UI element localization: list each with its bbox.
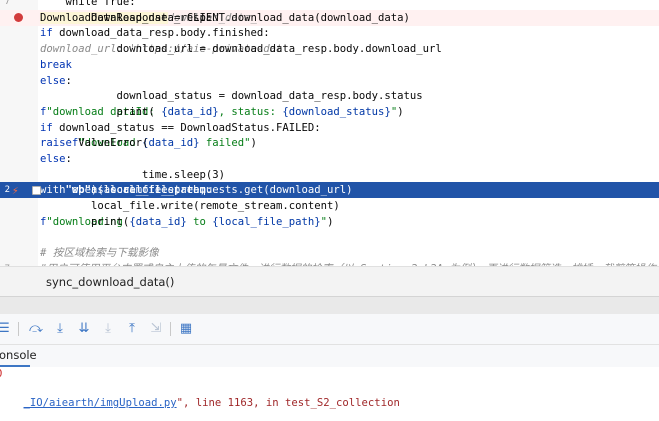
code-token: : <box>65 153 72 165</box>
line-number: 7 <box>4 0 10 7</box>
code-text[interactable]: raise ValueError(f"download {data_id} fa… <box>40 135 257 151</box>
code-text[interactable]: break <box>40 57 72 73</box>
code-token: {data_id} <box>161 105 219 118</box>
code-token: time.sleep(3) <box>40 168 225 181</box>
run-to-cursor-icon[interactable]: ⇲ <box>148 321 164 337</box>
code-token: ) <box>327 215 334 228</box>
code-token: download_url = download_data_resp.body.d… <box>40 43 455 56</box>
code-token: {data_id} <box>129 215 187 228</box>
code-text[interactable]: download_url = download_data_resp.body.d… <box>40 41 442 57</box>
code-line[interactable]: download_url = download_data_resp.body.d… <box>0 41 659 57</box>
code-token: remote_stream: <box>116 184 213 197</box>
code-token: , status: <box>218 105 283 118</box>
code-text[interactable]: download_data_resp: DownloadDataResponse… <box>40 10 410 26</box>
code-token: : <box>65 74 72 87</box>
code-token: ) <box>250 137 257 150</box>
code-token: local_file.write(remote_stream.content) <box>40 200 340 213</box>
code-line[interactable]: with open(local_file_path, "wb") as loca… <box>0 182 659 199</box>
code-token: ValueError( <box>71 137 149 150</box>
code-token: print( <box>40 215 130 228</box>
console-output[interactable]: 0 _IO/aiearth/imgUpload.py", line 1163, … <box>0 367 659 409</box>
console-line: _IO/aiearth/imgUpload.py", line 1163, in… <box>0 385 400 421</box>
code-line[interactable]: download_data_resp: DownloadDataResponse… <box>0 9 659 26</box>
step-into-my-code-icon[interactable]: ⇊ <box>76 321 92 337</box>
code-text[interactable]: with open(local_file_path, "wb") as loca… <box>40 182 353 198</box>
fold-icon[interactable] <box>32 186 41 196</box>
code-line[interactable]: download_status = download_data_resp.bod… <box>0 88 659 104</box>
evaluate-expression-icon[interactable]: ▦ <box>178 321 194 337</box>
line-number: 2 <box>4 185 10 196</box>
breadcrumb-function[interactable]: sync_download_data() <box>46 275 174 289</box>
code-line[interactable]: raise ValueError(f"download {data_id} fa… <box>0 135 659 151</box>
code-token: {local_file_path} <box>212 215 321 228</box>
code-token: print( <box>40 105 155 118</box>
console-tab-label[interactable]: onsole <box>0 348 37 362</box>
code-line[interactable] <box>0 230 659 246</box>
code-token: {download_status} <box>282 105 391 118</box>
code-token: download_data_resp.body.finished: <box>52 27 270 40</box>
force-step-into-icon[interactable]: ⤓ <box>100 321 116 337</box>
toolbar-separator <box>170 322 171 336</box>
code-line[interactable]: local_file.write(remote_stream.content) <box>0 198 659 214</box>
breadcrumb[interactable]: sync_download_data() <box>0 266 659 297</box>
code-token: failed" <box>199 137 251 150</box>
code-token: ) <box>397 105 404 118</box>
panel-divider[interactable] <box>0 296 659 315</box>
code-line[interactable]: else: <box>0 151 659 167</box>
code-editor[interactable]: while True: 7 download_data_resp: Downloa… <box>0 0 659 266</box>
breakpoint-icon[interactable] <box>14 12 23 22</box>
code-line[interactable]: print(f"downloading {data_id} to {local_… <box>0 214 659 230</box>
step-into-icon[interactable]: ⤓ <box>52 321 68 337</box>
code-text[interactable]: if download_status == DownloadStatus.FAI… <box>40 120 321 136</box>
code-text[interactable]: print(f"downloading {data_id} to {local_… <box>40 214 333 230</box>
execution-point-icon[interactable]: ⚡ <box>12 183 19 199</box>
code-line[interactable]: while True: 7 <box>0 0 659 10</box>
code-text[interactable]: # 按区域检索与下载影像 <box>40 245 159 261</box>
step-out-icon[interactable]: ⤒ <box>124 321 140 337</box>
code-text[interactable]: if download_data_resp.body.finished: <box>40 25 270 41</box>
step-over-icon[interactable]: ⤼ <box>28 321 44 337</box>
code-token: = CLIENT.download_data(download_data) <box>167 11 423 24</box>
code-text[interactable]: print(f"download dataId: {data_id}, stat… <box>40 104 404 120</box>
code-line[interactable]: break <box>0 57 659 73</box>
code-line[interactable]: else: <box>0 73 659 89</box>
toolbar-separator <box>18 322 19 336</box>
code-text[interactable]: else: <box>40 151 72 167</box>
console-line: 0 <box>0 368 2 380</box>
code-text[interactable]: else: <box>40 73 72 89</box>
code-token: {data_id} <box>142 137 200 150</box>
code-line[interactable]: time.sleep(3) <box>0 167 659 183</box>
code-token: download_status = download_data_resp.bod… <box>40 90 423 103</box>
code-line[interactable]: if download_data_resp.body.finished: <box>0 25 659 41</box>
code-token: while True: <box>40 0 136 8</box>
traceback-file-link[interactable]: _IO/aiearth/imgUpload.py <box>24 397 177 409</box>
tab-console[interactable]: onsole <box>0 345 659 367</box>
code-token: to <box>186 215 213 228</box>
code-line[interactable]: if download_status == DownloadStatus.FAI… <box>0 120 659 136</box>
code-token: download_status == DownloadStatus.FAILED… <box>52 121 321 134</box>
traceback-text: ", line 1163, in test_S2_collection <box>176 397 400 409</box>
code-line[interactable]: # 按区域检索与下载影像 <box>0 245 659 261</box>
menu-icon[interactable]: ☰ <box>0 321 12 337</box>
code-token: # 按区域检索与下载影像 <box>40 247 159 260</box>
code-line[interactable]: print(f"download dataId: {data_id}, stat… <box>0 104 659 120</box>
debug-toolbar: ☰ ⤼ ⤓ ⇊ ⤓ ⤒ ⇲ ▦ <box>0 314 659 345</box>
code-token: ) <box>91 184 104 197</box>
